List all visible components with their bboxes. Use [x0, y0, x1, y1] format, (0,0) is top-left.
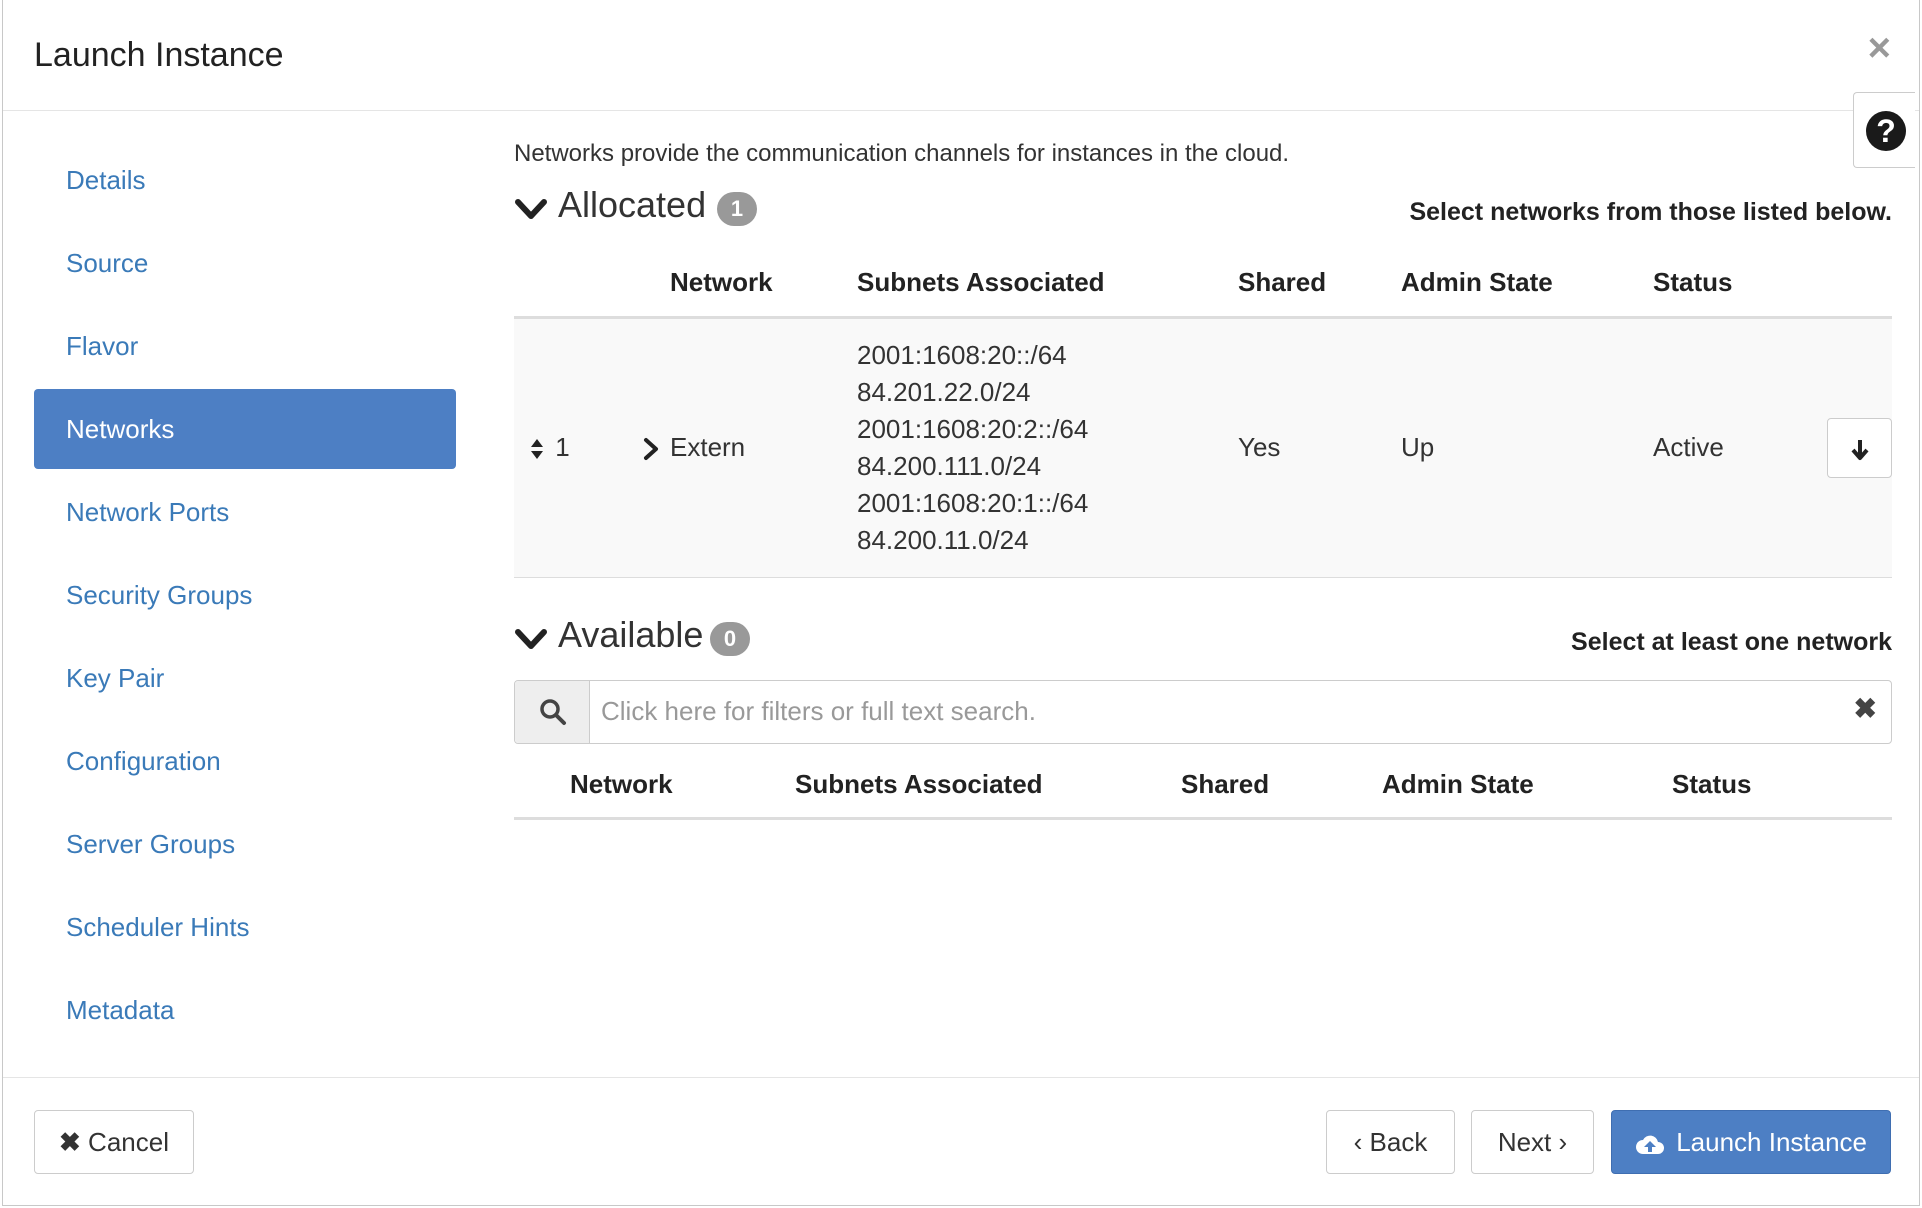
search-input[interactable]: [591, 680, 1821, 743]
subnet-entry: 2001:1608:20::/64: [857, 339, 1067, 370]
col-header-admin-state[interactable]: Admin State: [1382, 751, 1672, 820]
networks-intro: Networks provide the communication chann…: [514, 140, 1290, 167]
status-value: Active: [1653, 432, 1724, 462]
launch-instance-modal: Launch Instance × ? Details Source Flavo…: [2, 0, 1920, 1206]
allocated-help-text: Select networks from those listed below.: [1409, 198, 1892, 226]
admin-state-value: Up: [1401, 432, 1435, 462]
search-icon: [540, 698, 566, 725]
chevron-left-icon: ‹: [1353, 1127, 1363, 1157]
clear-search-icon[interactable]: ✖: [1854, 694, 1877, 723]
col-header-status[interactable]: Status: [1672, 751, 1892, 820]
nav-item-key-pair[interactable]: Key Pair: [34, 638, 456, 718]
chevron-down-icon: [515, 199, 547, 219]
allocated-table: Network Subnets Associated Shared Admin …: [514, 250, 1892, 578]
allocated-title: Allocated: [558, 184, 707, 225]
nav-item-configuration[interactable]: Configuration: [34, 721, 456, 801]
wizard-sidebar: Details Source Flavor Networks Network P…: [34, 140, 456, 1053]
nav-item-flavor[interactable]: Flavor: [34, 306, 456, 386]
cancel-label: Cancel: [88, 1127, 169, 1157]
back-button[interactable]: ‹ Back: [1326, 1110, 1455, 1174]
cancel-icon: ✖: [59, 1127, 81, 1157]
search-bar: ✖: [514, 679, 1892, 744]
nav-item-network-ports[interactable]: Network Ports: [34, 472, 456, 552]
subnet-entry: 84.200.111.0/24: [857, 450, 1042, 481]
col-header-subnets[interactable]: Subnets Associated: [857, 250, 1238, 319]
table-header-row: Network Subnets Associated Shared Admin …: [514, 250, 1892, 319]
subnet-entry: 2001:1608:20:1::/64: [857, 487, 1089, 518]
next-label: Next: [1497, 1127, 1552, 1157]
next-button[interactable]: Next ›: [1471, 1110, 1594, 1174]
deallocate-button[interactable]: [1827, 417, 1892, 478]
table-row: 1 Extern 2001:1608:20::/64 84.201.22.0/2…: [514, 317, 1892, 577]
allocated-count-badge: 1: [717, 192, 757, 226]
modal-footer: ✖ Cancel ‹ Back Next › Launch Instance: [3, 1077, 1919, 1205]
launch-instance-button[interactable]: Launch Instance: [1611, 1110, 1891, 1174]
col-header-shared[interactable]: Shared: [1181, 751, 1382, 820]
row-order: 1: [555, 432, 570, 462]
available-title: Available: [558, 613, 704, 655]
nav-item-metadata[interactable]: Metadata: [34, 970, 456, 1050]
modal-header: Launch Instance ×: [3, 0, 1919, 111]
close-icon[interactable]: ×: [1868, 28, 1891, 68]
col-header-network[interactable]: Network: [570, 751, 795, 820]
back-label: Back: [1369, 1127, 1428, 1157]
chevron-right-icon: ›: [1558, 1127, 1568, 1157]
available-count-badge: 0: [710, 621, 750, 656]
table-header-row: Network Subnets Associated Shared Admin …: [514, 751, 1892, 820]
available-table: Network Subnets Associated Shared Admin …: [514, 751, 1892, 820]
nav-item-scheduler-hints[interactable]: Scheduler Hints: [34, 887, 456, 967]
action-cell: [1804, 317, 1892, 577]
arrow-down-icon: [1850, 439, 1869, 460]
sort-handle-icon[interactable]: [530, 438, 544, 460]
shared-value: Yes: [1238, 432, 1281, 462]
nav-item-security-groups[interactable]: Security Groups: [34, 555, 456, 635]
available-section-header[interactable]: Available 0 Select at least one network: [514, 610, 1892, 680]
col-header-admin-state[interactable]: Admin State: [1401, 250, 1653, 319]
nav-item-networks[interactable]: Networks: [34, 389, 456, 469]
col-header-network[interactable]: Network: [670, 250, 857, 319]
nav-item-server-groups[interactable]: Server Groups: [34, 804, 456, 884]
subnets-cell: 2001:1608:20::/64 84.201.22.0/24 2001:16…: [857, 317, 1238, 577]
cancel-button[interactable]: ✖ Cancel: [34, 1110, 194, 1174]
chevron-down-icon: [515, 628, 547, 649]
nav-item-source[interactable]: Source: [34, 223, 456, 303]
expand-col-header: [514, 751, 570, 820]
cloud-upload-icon: [1635, 1135, 1664, 1155]
launch-instance-label: Launch Instance: [1676, 1127, 1868, 1157]
search-icon-box[interactable]: [515, 680, 590, 743]
subnet-entry: 84.200.11.0/24: [857, 524, 1029, 555]
reorder-col-header: [514, 250, 670, 319]
col-header-status[interactable]: Status: [1653, 250, 1804, 319]
modal-title: Launch Instance: [34, 36, 284, 74]
allocated-section-header[interactable]: Allocated 1 Select networks from those l…: [514, 180, 1892, 250]
col-header-shared[interactable]: Shared: [1238, 250, 1401, 319]
chevron-right-icon[interactable]: [643, 437, 659, 461]
action-col-header: [1804, 250, 1892, 319]
nav-item-details[interactable]: Details: [34, 140, 456, 220]
available-help-text: Select at least one network: [1571, 627, 1892, 656]
subnet-entry: 2001:1608:20:2::/64: [857, 413, 1089, 444]
reorder-cell[interactable]: 1: [514, 317, 670, 577]
subnet-entry: 84.201.22.0/24: [857, 376, 1031, 407]
col-header-subnets[interactable]: Subnets Associated: [795, 751, 1181, 820]
networks-panel: Networks provide the communication chann…: [514, 140, 1892, 820]
network-name: Extern: [670, 432, 746, 462]
